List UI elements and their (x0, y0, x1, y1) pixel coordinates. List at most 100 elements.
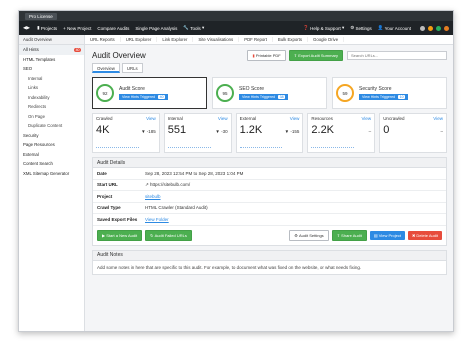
audit-failed-urls-label: Audit Failed URLs (154, 232, 187, 238)
metric-external[interactable]: External View 1.2K ▼ -155 (235, 113, 304, 153)
metric-view-link[interactable]: View (362, 116, 372, 121)
audit-score-ring: 92 (96, 84, 114, 102)
metric-crawled[interactable]: Crawled View 4K ▼ -185 (92, 113, 160, 153)
subnav-site-visualisations[interactable]: Site Visualisations (193, 37, 240, 42)
nav-account[interactable]: 👤 Your Account (378, 25, 411, 31)
metric-internal[interactable]: Internal View 551 ▼ -30 (163, 113, 232, 153)
sidebar-item-links[interactable]: Links (19, 83, 84, 93)
metric-view-link[interactable]: View (290, 116, 300, 121)
metric-delta: ▼ -185 (141, 129, 156, 134)
security-score-ring: 59 (336, 84, 354, 102)
audit-notes-text[interactable]: Add some notes in here that are specific… (93, 261, 446, 274)
seo-view-hints-label: View Hints Triggered (242, 95, 276, 99)
tab-overview[interactable]: Overview (92, 63, 120, 73)
license-badge[interactable]: Pro License (25, 12, 57, 20)
metric-value: 1.2K (239, 124, 263, 136)
metric-uncrawled[interactable]: Uncrawled View 0 – (379, 113, 447, 153)
subnav-url-reports[interactable]: URL Reports (85, 37, 121, 42)
view-folder-link[interactable]: View Folder (145, 217, 169, 222)
sidebar-item-page-resources[interactable]: Page Resources (19, 140, 84, 150)
sidebar-item-external[interactable]: External (19, 150, 84, 160)
seo-score-ring: 95 (216, 84, 234, 102)
seo-score-title: SEO Score (239, 86, 265, 92)
export-summary-button[interactable]: ⇪ Export Audit Summary (288, 49, 343, 61)
tab-urls[interactable]: URLs (121, 63, 143, 73)
audit-view-hints-button[interactable]: View Hints Triggered 40 (119, 94, 169, 100)
subnav-google-drive[interactable]: Google Drive (308, 37, 345, 42)
nav-compare-audits[interactable]: Compare Audits (97, 26, 129, 31)
sidebar-item-internal[interactable]: Internal (19, 74, 84, 84)
subnav-url-explorer[interactable]: URL Explorer (121, 37, 158, 42)
tab-bar: Overview URLs (92, 63, 447, 73)
nav-projects[interactable]: ▮ Projects (37, 25, 57, 31)
audit-score-card[interactable]: 92 Audit Score View Hints Triggered 40 (92, 77, 207, 109)
metric-value: 0 (383, 124, 390, 136)
security-view-hints-button[interactable]: View Hints Triggered 10 (359, 94, 409, 100)
search-input[interactable] (347, 50, 447, 60)
trash-icon: ✖ (411, 232, 416, 238)
sidebar-item-label: All Hints (23, 47, 39, 53)
metric-title: Resources (311, 116, 333, 121)
sidebar-item-duplicate-content[interactable]: Duplicate Content (19, 121, 84, 131)
nav-help[interactable]: ❓ Help & Support ▾ (303, 25, 344, 31)
subnav-audit-overview[interactable]: Audit Overview (19, 35, 85, 44)
sidebar-item-all-hints[interactable]: All Hints 40 (19, 45, 84, 55)
sidebar-item-indexability[interactable]: Indexability (19, 93, 84, 103)
export-summary-label: Export Audit Summary (298, 52, 338, 58)
view-project-button[interactable]: ▤ View Project (369, 230, 405, 240)
metric-cards: Crawled View 4K ▼ -185 Internal View 551 ▼ -… (92, 113, 447, 153)
back-icon[interactable]: ◀▶ (23, 25, 31, 31)
sidebar-item-on-page[interactable]: On Page (19, 112, 84, 122)
project-link[interactable]: sitebulb (145, 194, 161, 199)
nav-tools[interactable]: 🔧 Tools ▾ (183, 25, 204, 31)
sidebar-item-seo[interactable]: SEO (19, 64, 84, 74)
metric-view-link[interactable]: View (146, 116, 156, 121)
share-audit-button[interactable]: ⇪ Share Audit (331, 229, 367, 241)
audit-settings-button[interactable]: ⚙ Audit Settings (289, 229, 329, 241)
audit-notes-panel: Audit Notes Add some notes in here that … (92, 249, 447, 275)
nav-single-page-analysis[interactable]: Single Page Analysis (135, 26, 177, 31)
audit-view-hints-label: View Hints Triggered (122, 95, 156, 99)
metric-delta: ▼ -30 (215, 129, 228, 134)
nav-settings[interactable]: ⚙ Settings (350, 25, 372, 31)
metric-view-link[interactable]: View (433, 116, 443, 121)
minimize-icon[interactable] (420, 25, 425, 31)
subnav-bulk-exports[interactable]: Bulk Exports (273, 37, 309, 42)
notification-icon[interactable] (428, 25, 433, 31)
start-new-audit-button[interactable]: ▶ Start a New Audit (97, 229, 143, 241)
delete-audit-label: Delete Audit (416, 232, 438, 238)
audit-actions: ▶ Start a New Audit ↻ Audit Failed URLs … (93, 226, 446, 245)
subnav-pdf-report[interactable]: PDF Report (239, 37, 273, 42)
seo-view-hints-button[interactable]: View Hints Triggered 38 (239, 94, 289, 100)
audit-score-title: Audit Score (119, 86, 145, 92)
detail-row-project: Project sitebulb (93, 191, 446, 203)
detail-key: Saved Export Files (97, 216, 138, 222)
metric-value: 2.2K (311, 124, 335, 136)
nav-new-project[interactable]: + New Project (63, 26, 91, 31)
metric-title: Crawled (96, 116, 113, 121)
status-icon[interactable] (436, 25, 441, 31)
sidebar-item-html-templates[interactable]: HTML Templates (19, 55, 84, 65)
detail-row-start-url: Start URL ↗ https://sitebulb.com/ (93, 180, 446, 191)
update-icon[interactable] (444, 25, 449, 31)
seo-score-card[interactable]: 95 SEO Score View Hints Triggered 38 (212, 77, 327, 109)
audit-failed-urls-button[interactable]: ↻ Audit Failed URLs (145, 229, 192, 241)
start-url-link[interactable]: ↗ https://sitebulb.com/ (145, 182, 190, 188)
view-project-label: View Project (378, 232, 401, 238)
metric-view-link[interactable]: View (218, 116, 228, 121)
sidebar-item-redirects[interactable]: Redirects (19, 102, 84, 112)
detail-key: Start URL (97, 182, 118, 188)
delete-audit-button[interactable]: ✖ Delete Audit (407, 230, 442, 240)
sidebar-item-security[interactable]: Security (19, 131, 84, 141)
printable-pdf-button[interactable]: ▮ Printable PDF (247, 49, 286, 61)
sidebar-item-content-search[interactable]: Content Search (19, 159, 84, 169)
metric-resources[interactable]: Resources View 2.2K – (307, 113, 376, 153)
pdf-icon: ▮ (252, 52, 255, 58)
nav-account-label: Your Account (384, 25, 411, 31)
subnav-link-explorer[interactable]: Link Explorer (157, 37, 194, 42)
metric-delta: ▼ -155 (284, 129, 300, 134)
sidebar-item-xml-sitemap-generator[interactable]: XML Sitemap Generator (19, 169, 84, 179)
gear-icon: ⚙ (294, 232, 298, 238)
security-score-card[interactable]: 59 Security Score View Hints Triggered 10 (332, 77, 447, 109)
share-audit-label: Share Audit (341, 232, 362, 238)
